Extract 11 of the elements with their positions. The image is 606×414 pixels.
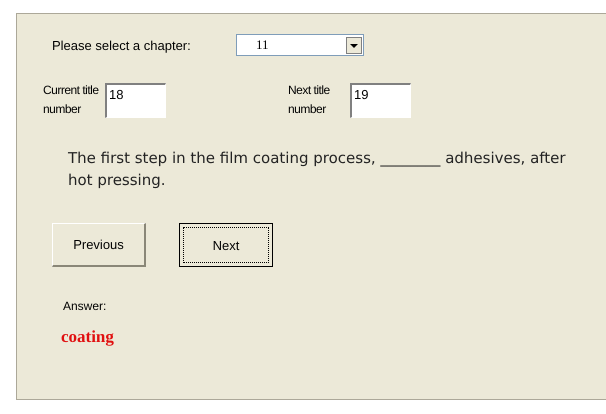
title-number-label: Current title number bbox=[43, 82, 100, 118]
question-text: The first step in the film coating process, ________ adhesives, after hot pressing. bbox=[68, 148, 567, 191]
title-number-field[interactable]: 18 bbox=[105, 83, 166, 118]
answer-label: Answer: bbox=[63, 299, 108, 313]
title-number-label: Next title number bbox=[288, 82, 331, 118]
answer-text: coating bbox=[61, 327, 115, 347]
chapter-label: Please select a chapter: bbox=[52, 38, 192, 52]
nav-button[interactable]: Previous bbox=[52, 223, 146, 267]
title-number-field[interactable]: 19 bbox=[350, 83, 411, 118]
nav-button[interactable]: Next bbox=[179, 223, 273, 267]
chapter-dropdown[interactable]: 11 bbox=[236, 34, 364, 56]
